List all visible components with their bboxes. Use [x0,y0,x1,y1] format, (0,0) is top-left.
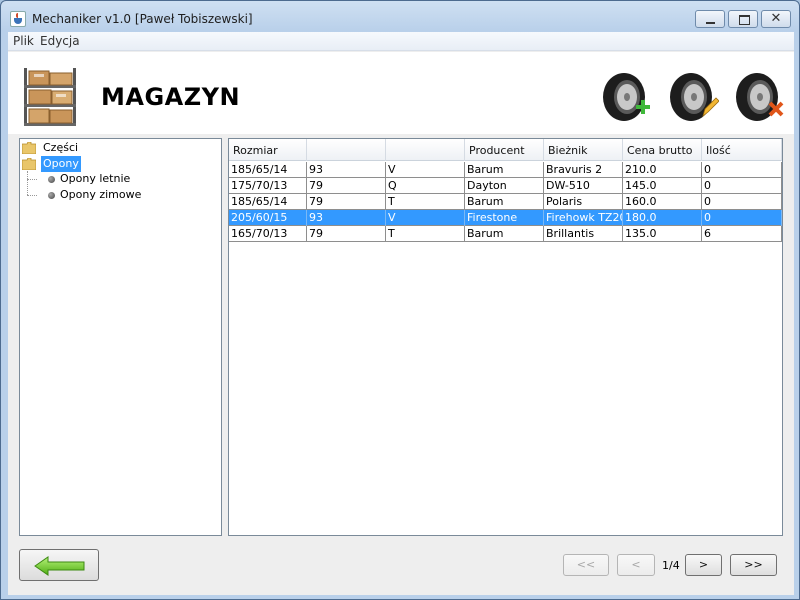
table-cell: Firehowk TZ200 [544,210,623,226]
tree-leaf-label: Opony zimowe [60,188,142,201]
table-cell: Polaris [544,194,623,210]
table-cell: Firestone [465,210,544,226]
table-cell: 0 [702,162,782,178]
table-cell: 185/65/14 [229,162,307,178]
table-cell: 6 [702,226,782,242]
table-row[interactable]: 185/65/14 93 V Barum Bravuris 2 210.0 0 [229,162,782,178]
tree-leaf-label: Opony letnie [60,172,131,185]
close-icon: ✕ [770,11,782,26]
column-header-producent[interactable]: Producent [465,139,544,161]
previous-page-button[interactable]: < [617,554,655,576]
tire-add-icon[interactable] [600,72,652,124]
table-header: Rozmiar Producent Bieżnik Cena brutto Il… [229,139,782,161]
table-cell: 93 [307,210,386,226]
leaf-bullet-icon [48,176,55,183]
tree-connector [27,171,37,195]
table-cell: 185/65/14 [229,194,307,210]
table-cell: 180.0 [623,210,702,226]
page-indicator: 1/4 [662,559,680,572]
column-header-rozmiar[interactable]: Rozmiar [229,139,307,161]
table-row[interactable]: 185/65/14 79 T Barum Polaris 160.0 0 [229,194,782,210]
tire-delete-icon[interactable] [733,72,785,124]
table-row[interactable]: 165/70/13 79 T Barum Brillantis 135.0 6 [229,226,782,242]
table-cell: 0 [702,194,782,210]
maximize-icon [729,11,757,27]
table-cell: 145.0 [623,178,702,194]
column-header-index[interactable] [307,139,386,161]
table-cell: Barum [465,226,544,242]
title-bar[interactable]: Mechaniker v1.0 [Paweł Tobiszewski] ✕ [1,1,799,32]
minimize-button[interactable] [695,10,725,28]
table-cell: 79 [307,178,386,194]
tire-edit-icon[interactable] [667,72,719,124]
window-title: Mechaniker v1.0 [Paweł Tobiszewski] [32,12,253,26]
tree-connector [27,195,37,196]
table-cell: 135.0 [623,226,702,242]
table-cell: Barum [465,162,544,178]
maximize-button[interactable] [728,10,758,28]
table-cell: Brillantis [544,226,623,242]
back-arrow-icon [34,556,85,576]
column-header-bieznik[interactable]: Bieżnik [544,139,623,161]
table-cell: Q [386,178,465,194]
menu-bar: Plik Edycja [8,32,794,51]
table-row-selected[interactable]: 205/60/15 93 V Firestone Firehowk TZ200 … [229,210,782,226]
table-cell: Bravuris 2 [544,162,623,178]
table-cell: T [386,194,465,210]
warehouse-shelf-icon [24,68,76,126]
page-title: MAGAZYN [101,83,241,111]
app-window: Mechaniker v1.0 [Paweł Tobiszewski] ✕ Pl… [0,0,800,600]
last-page-button[interactable]: >> [730,554,777,576]
table-cell: T [386,226,465,242]
folder-icon [22,142,36,154]
client-area: Plik Edycja MAGAZYN Części Opony Opony l… [8,32,794,595]
tree-connector [27,179,37,180]
menu-plik[interactable]: Plik [13,34,34,48]
folder-open-icon [22,158,36,170]
table-cell: 205/60/15 [229,210,307,226]
table-row[interactable]: 175/70/13 79 Q Dayton DW-510 145.0 0 [229,178,782,194]
table-cell: 0 [702,210,782,226]
table-cell: Dayton [465,178,544,194]
column-header-speed[interactable] [386,139,465,161]
table-cell: V [386,162,465,178]
table-cell: Barum [465,194,544,210]
table-cell: DW-510 [544,178,623,194]
tree-node-label: Części [43,141,79,154]
tree-node-label: Opony [41,156,81,172]
column-header-cena[interactable]: Cena brutto [623,139,702,161]
table-cell: 0 [702,178,782,194]
java-app-icon [10,11,26,27]
header-panel: MAGAZYN [8,52,794,134]
table-cell: 93 [307,162,386,178]
leaf-bullet-icon [48,192,55,199]
minimize-icon [696,11,724,27]
table-cell: 160.0 [623,194,702,210]
close-button[interactable]: ✕ [761,10,791,28]
menu-edycja[interactable]: Edycja [40,34,80,48]
table-cell: V [386,210,465,226]
next-page-button[interactable]: > [685,554,722,576]
first-page-button[interactable]: << [563,554,609,576]
table-cell: 210.0 [623,162,702,178]
table-cell: 165/70/13 [229,226,307,242]
table-cell: 79 [307,226,386,242]
category-tree: Części Opony Opony letnie Opony zimowe [19,138,222,536]
table-cell: 79 [307,194,386,210]
table-cell: 175/70/13 [229,178,307,194]
column-header-ilosc[interactable]: Ilość [702,139,782,161]
back-button[interactable] [19,549,99,581]
tires-table: Rozmiar Producent Bieżnik Cena brutto Il… [228,138,783,536]
